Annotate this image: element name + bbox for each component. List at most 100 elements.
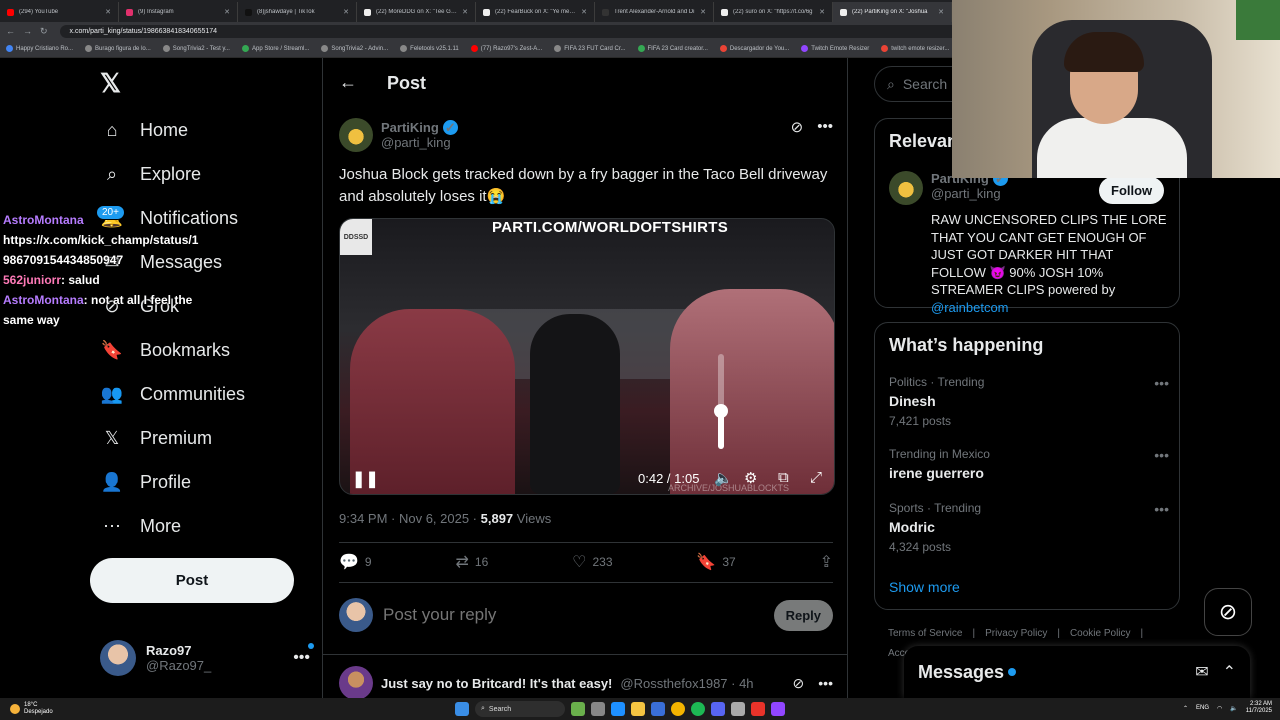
bookmark-item[interactable]: Descargador de You...	[719, 45, 789, 52]
windows-start-icon[interactable]	[455, 702, 469, 716]
sidebar-item-profile[interactable]: 👤 Profile	[100, 470, 191, 494]
reply-input[interactable]	[383, 605, 743, 625]
bookmark-item[interactable]: Feletools v25.1.11	[400, 45, 459, 52]
sidebar-item-more[interactable]: ⋯ More	[100, 514, 181, 538]
grok-icon[interactable]: ⊘	[793, 675, 805, 692]
trend-item[interactable]: Sports · Trending Modric 4,324 posts •••	[889, 501, 1169, 554]
forward-arrow-icon[interactable]: →	[23, 26, 32, 36]
compose-message-icon[interactable]: ✉	[1195, 662, 1208, 682]
footer-link[interactable]: Terms of Service	[888, 628, 962, 639]
more-dots-icon[interactable]: •••	[1154, 501, 1169, 517]
clock[interactable]: 2:32 AM 11/7/2025	[1246, 701, 1272, 715]
avatar[interactable]	[339, 666, 373, 700]
chevron-up-icon[interactable]: ⌃	[1223, 662, 1236, 682]
sidebar-item-communities[interactable]: 👥 Communities	[100, 382, 245, 406]
sidebar-item-premium[interactable]: 𝕏 Premium	[100, 426, 212, 450]
volume-icon[interactable]: 🔈	[1230, 705, 1237, 712]
browser-tab[interactable]: (22) suro on X: "https://t.co/6g ✕	[714, 2, 833, 22]
browser-tab[interactable]: (8)jshawdaye | TikTok ✕	[238, 2, 357, 22]
grok-icon[interactable]: ⊘	[1204, 588, 1252, 636]
repost-action[interactable]: ⇄ 16	[456, 552, 489, 572]
bookmark-item[interactable]: (77) Razo97's Zest-A...	[470, 45, 542, 52]
spotify-icon[interactable]	[691, 702, 705, 716]
taskbar-search[interactable]: ⌕ Search	[475, 701, 565, 717]
fullscreen-icon[interactable]: ⤢	[810, 469, 822, 486]
x-logo-icon[interactable]: 𝕏	[100, 70, 126, 96]
bookmark-item[interactable]: SongTrivia2 - Advin...	[321, 45, 388, 52]
account-switcher[interactable]: Razo97 @Razo97_ •••	[100, 638, 314, 678]
author-name[interactable]: PartiKing	[381, 120, 439, 135]
edge-icon[interactable]	[611, 702, 625, 716]
discord-icon[interactable]	[711, 702, 725, 716]
back-arrow-icon[interactable]: ←	[6, 26, 15, 36]
bookmark-item[interactable]: Burago figura de lo...	[85, 45, 151, 52]
browser-tab[interactable]: (294) YouTube ✕	[0, 2, 119, 22]
share-action[interactable]: ⇪	[820, 552, 833, 572]
trend-item[interactable]: Politics · Trending Dinesh 7,421 posts •…	[889, 375, 1169, 428]
tray-lang[interactable]: ENG	[1196, 705, 1209, 711]
bookmark-action[interactable]: 🔖 37	[696, 552, 735, 572]
bookmark-item[interactable]: App Store / Streaml...	[241, 45, 309, 52]
browser-tab[interactable]: Trent Alexander-Arnold and Di ✕	[595, 2, 714, 22]
back-arrow-icon[interactable]: ←	[339, 72, 357, 93]
more-dots-icon[interactable]: •••	[818, 675, 833, 692]
pip-icon[interactable]: ⧉	[778, 469, 789, 486]
more-dots-icon[interactable]: •••	[1154, 375, 1169, 391]
obs-icon[interactable]	[731, 702, 745, 716]
app-icon[interactable]	[751, 702, 765, 716]
video-player[interactable]: PARTI.COM/WORLDOFTSHIRTS DDSSD ❚❚ 0:42 /…	[339, 218, 835, 495]
show-more-link[interactable]: Show more	[889, 579, 960, 595]
close-icon[interactable]: ✕	[581, 8, 587, 16]
footer-link[interactable]: Cookie Policy	[1070, 628, 1131, 639]
weather-widget[interactable]: 18°C Despejado	[10, 702, 53, 716]
reply-action[interactable]: 💬 9	[339, 552, 372, 572]
reload-icon[interactable]: ↻	[40, 26, 48, 37]
avatar[interactable]	[889, 171, 923, 205]
chevron-up-icon[interactable]: ⌃	[1183, 705, 1188, 712]
reply-button[interactable]: Reply	[773, 599, 833, 631]
sidebar-item-home[interactable]: ⌂ Home	[100, 118, 188, 142]
close-icon[interactable]: ✕	[700, 8, 706, 16]
close-icon[interactable]: ✕	[938, 8, 944, 16]
close-icon[interactable]: ✕	[105, 8, 111, 16]
browser-tab[interactable]: (22) MoreDDG on X: "Tee Gsiss ✕	[357, 2, 476, 22]
browser-tab[interactable]: (9) Instagram ✕	[119, 2, 238, 22]
like-action[interactable]: ♡ 233	[572, 552, 612, 572]
bio-link[interactable]: @rainbetcom	[931, 300, 1009, 315]
grok-icon[interactable]: ⊘	[791, 118, 804, 136]
bookmark-item[interactable]: Twitch Emote Resizer	[801, 45, 869, 52]
avatar[interactable]	[339, 118, 373, 152]
author-handle[interactable]: @parti_king	[381, 135, 458, 150]
wifi-icon[interactable]: ◠	[1217, 705, 1222, 712]
sidebar-item-explore[interactable]: ⌕ Explore	[100, 162, 201, 186]
messages-drawer[interactable]: Messages ✉ ⌃	[904, 646, 1250, 698]
volume-icon[interactable]: 🔈	[714, 469, 733, 487]
bookmark-item[interactable]: SongTrivia2 - Test y...	[162, 45, 230, 52]
trend-item[interactable]: Trending in Mexico irene guerrero •••	[889, 447, 1169, 481]
store-icon[interactable]	[651, 702, 665, 716]
close-icon[interactable]: ✕	[819, 8, 825, 16]
pause-icon[interactable]: ❚❚	[352, 469, 379, 489]
chrome-icon[interactable]	[671, 702, 685, 716]
task-view-icon[interactable]	[591, 702, 605, 716]
file-explorer-icon[interactable]	[631, 702, 645, 716]
browser-tab[interactable]: (22) FearBuck on X: "Ye met wi ✕	[476, 2, 595, 22]
search-input[interactable]: Search	[903, 76, 947, 92]
list-item[interactable]: Just say no to Britcard! It's that easy!…	[339, 666, 833, 700]
more-dots-icon[interactable]: •••	[817, 118, 833, 136]
widgets-icon[interactable]	[571, 702, 585, 716]
post-timestamp[interactable]: 9:34 PM · Nov 6, 2025 ·	[339, 511, 481, 526]
bookmark-item[interactable]: twitch emote resizer...	[881, 45, 949, 52]
volume-slider-handle[interactable]	[714, 404, 728, 418]
next-post-handle[interactable]: @Rossthefox1987 · 4h	[620, 676, 753, 691]
bookmark-item[interactable]: Happy Cristiano Ro...	[6, 45, 73, 52]
follow-button[interactable]: Follow	[1099, 177, 1165, 204]
more-dots-icon[interactable]: •••	[293, 643, 314, 667]
close-icon[interactable]: ✕	[462, 8, 468, 16]
person-handle[interactable]: @parti_king	[931, 186, 1008, 201]
twitch-icon[interactable]	[771, 702, 785, 716]
more-dots-icon[interactable]: •••	[1154, 447, 1169, 463]
post-button[interactable]: Post	[90, 558, 294, 603]
post-author[interactable]: PartiKing ✓ @parti_king	[339, 118, 458, 152]
bookmark-item[interactable]: FIFA 23 FUT Card Cr...	[554, 45, 626, 52]
